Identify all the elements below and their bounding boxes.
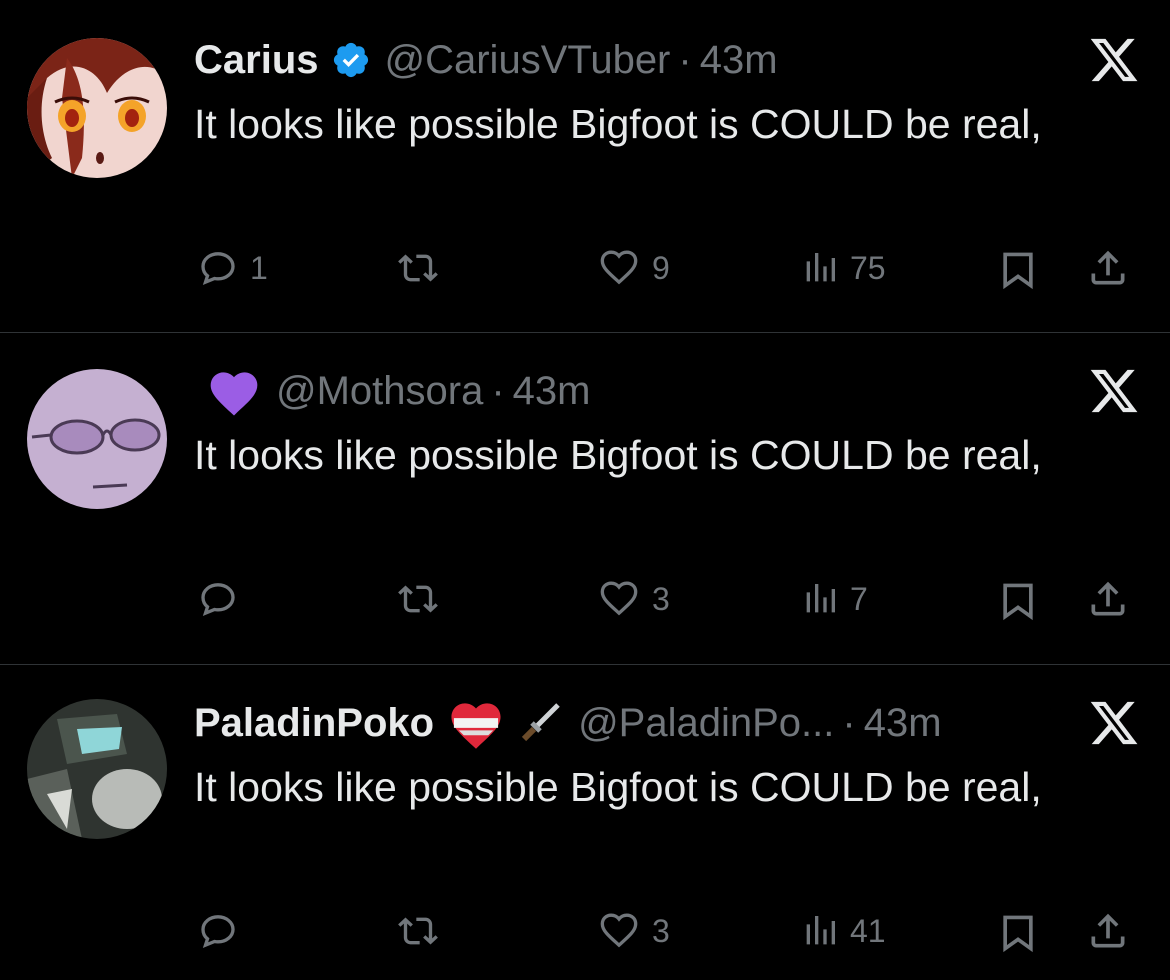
share-button[interactable] bbox=[1086, 246, 1130, 290]
bookmark-icon bbox=[996, 579, 1040, 623]
retweet-icon bbox=[392, 579, 444, 619]
heart-icon bbox=[596, 248, 642, 288]
dagger-icon bbox=[516, 699, 564, 747]
like-count: 3 bbox=[652, 580, 670, 617]
tweet-text: It looks like possible Bigfoot is COULD … bbox=[194, 764, 1042, 810]
reply-icon bbox=[196, 248, 240, 288]
tweet-header: PaladinPoko @PaladinPo... · 43m bbox=[194, 693, 942, 753]
bookmark-button[interactable] bbox=[996, 911, 1040, 955]
share-button[interactable] bbox=[1086, 577, 1130, 621]
purple-heart-icon bbox=[206, 365, 262, 417]
share-button[interactable] bbox=[1086, 909, 1130, 953]
avatar[interactable] bbox=[27, 369, 167, 509]
tweet[interactable]: @Mothsora · 43m It looks like possible B… bbox=[0, 333, 1170, 664]
reply-button[interactable] bbox=[196, 579, 250, 619]
x-logo-icon bbox=[1088, 365, 1140, 417]
bookmark-button[interactable] bbox=[996, 579, 1040, 623]
bookmark-icon bbox=[996, 248, 1040, 292]
display-name[interactable]: PaladinPoko bbox=[194, 701, 434, 746]
share-icon bbox=[1086, 577, 1130, 621]
views-button[interactable]: 7 bbox=[800, 579, 868, 619]
tweet[interactable]: PaladinPoko @PaladinPo... · 43m It looks… bbox=[0, 665, 1170, 980]
bookmark-icon bbox=[996, 911, 1040, 955]
retweet-icon bbox=[392, 911, 444, 951]
separator: · bbox=[842, 700, 856, 745]
like-button[interactable]: 3 bbox=[596, 579, 670, 619]
share-icon bbox=[1086, 246, 1130, 290]
separator: · bbox=[678, 37, 692, 82]
mending-heart-icon bbox=[446, 696, 506, 750]
tweet-header: @Mothsora · 43m bbox=[194, 361, 590, 421]
views-icon bbox=[800, 911, 840, 951]
reply-icon bbox=[196, 911, 240, 951]
avatar[interactable] bbox=[27, 38, 167, 178]
tweet[interactable]: Carius @CariusVTuber · 43m It looks like… bbox=[0, 0, 1170, 332]
view-count: 75 bbox=[850, 249, 886, 286]
handle[interactable]: @PaladinPo... bbox=[578, 701, 834, 746]
like-count: 9 bbox=[652, 249, 670, 286]
reply-button[interactable]: 1 bbox=[196, 248, 268, 288]
action-bar: 3 41 bbox=[0, 901, 1170, 961]
view-count: 41 bbox=[850, 912, 886, 949]
like-button[interactable]: 3 bbox=[596, 911, 670, 951]
retweet-icon bbox=[392, 248, 444, 288]
reply-count: 1 bbox=[250, 249, 268, 286]
views-button[interactable]: 41 bbox=[800, 911, 886, 951]
views-icon bbox=[800, 579, 840, 619]
tweet-text: It looks like possible Bigfoot is COULD … bbox=[194, 432, 1042, 478]
heart-icon bbox=[596, 911, 642, 951]
separator: · bbox=[491, 368, 505, 413]
like-count: 3 bbox=[652, 912, 670, 949]
timestamp[interactable]: 43m bbox=[513, 369, 591, 414]
timestamp[interactable]: 43m bbox=[700, 38, 778, 83]
reply-icon bbox=[196, 579, 240, 619]
retweet-button[interactable] bbox=[392, 248, 454, 288]
action-bar: 3 7 bbox=[0, 569, 1170, 629]
share-icon bbox=[1086, 909, 1130, 953]
x-logo-icon bbox=[1088, 34, 1140, 86]
timestamp[interactable]: 43m bbox=[864, 701, 942, 746]
handle[interactable]: @CariusVTuber bbox=[385, 38, 671, 83]
heart-icon bbox=[596, 579, 642, 619]
action-bar: 1 9 75 bbox=[0, 238, 1170, 298]
views-button[interactable]: 75 bbox=[800, 248, 886, 288]
tweet-text: It looks like possible Bigfoot is COULD … bbox=[194, 101, 1042, 147]
view-count: 7 bbox=[850, 580, 868, 617]
like-button[interactable]: 9 bbox=[596, 248, 670, 288]
retweet-button[interactable] bbox=[392, 579, 454, 619]
tweet-feed: Carius @CariusVTuber · 43m It looks like… bbox=[0, 0, 1170, 980]
avatar[interactable] bbox=[27, 699, 167, 839]
views-icon bbox=[800, 248, 840, 288]
handle[interactable]: @Mothsora bbox=[276, 369, 483, 414]
x-logo-icon bbox=[1088, 697, 1140, 749]
verified-badge-icon bbox=[331, 40, 371, 80]
retweet-button[interactable] bbox=[392, 911, 454, 951]
tweet-header: Carius @CariusVTuber · 43m bbox=[194, 30, 778, 90]
bookmark-button[interactable] bbox=[996, 248, 1040, 292]
display-name[interactable]: Carius bbox=[194, 38, 319, 83]
reply-button[interactable] bbox=[196, 911, 250, 951]
